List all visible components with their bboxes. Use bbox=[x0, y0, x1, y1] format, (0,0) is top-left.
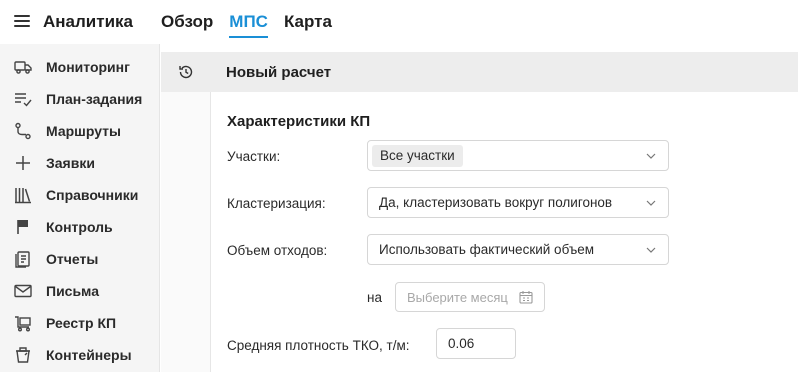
page-title: Новый расчет bbox=[226, 64, 332, 81]
tab-map[interactable]: Карта bbox=[284, 12, 332, 34]
form-panel: Характеристики КП Участки: Все участки К… bbox=[212, 92, 798, 372]
plus-icon bbox=[16, 156, 30, 170]
chevron-down-icon bbox=[646, 247, 656, 253]
sidebar-item-label: Справочники bbox=[46, 187, 139, 203]
sidebar-item-containers[interactable]: Контейнеры bbox=[0, 339, 160, 371]
sidebar-item-letters[interactable]: Письма bbox=[0, 275, 160, 307]
section-title: Характеристики КП bbox=[227, 113, 371, 130]
tab-mps[interactable]: МПС bbox=[229, 12, 268, 38]
sidebar-item-directories[interactable]: Справочники bbox=[0, 179, 160, 211]
content-header: Новый расчет bbox=[161, 52, 798, 92]
volume-value: Использовать фактический объем bbox=[379, 242, 595, 257]
sidebar-item-label: Мониторинг bbox=[46, 59, 130, 75]
sidebar-item-routes[interactable]: Маршруты bbox=[0, 115, 160, 147]
sidebar-item-label: Реестр КП bbox=[46, 315, 117, 331]
month-picker[interactable]: Выберите месяц bbox=[395, 282, 545, 312]
sidebar-item-reports[interactable]: Отчеты bbox=[0, 243, 160, 275]
flag-icon bbox=[17, 220, 28, 234]
clustering-select[interactable]: Да, кластеризовать вокруг полигонов bbox=[367, 187, 669, 218]
sidebar-item-label: Письма bbox=[46, 283, 100, 299]
density-label: Средняя плотность ТКО, т/м: bbox=[227, 338, 410, 353]
app-title: Аналитика bbox=[43, 12, 133, 31]
month-prefix-label: на bbox=[367, 290, 382, 305]
areas-chip: Все участки bbox=[372, 145, 463, 167]
areas-label: Участки: bbox=[227, 149, 281, 164]
tab-overview[interactable]: Обзор bbox=[161, 12, 213, 34]
chevron-down-icon bbox=[646, 200, 656, 206]
top-bar: Аналитика Обзор МПС Карта bbox=[0, 0, 798, 44]
sidebar-item-label: План-задания bbox=[46, 91, 143, 107]
sidebar-item-kp-registry[interactable]: Реестр КП bbox=[0, 307, 160, 339]
history-icon[interactable] bbox=[178, 64, 194, 80]
sidebar-item-label: Отчеты bbox=[46, 251, 99, 267]
density-input[interactable]: 0.06 bbox=[436, 328, 516, 359]
list-check-icon bbox=[15, 93, 32, 107]
sidebar-item-label: Контейнеры bbox=[46, 347, 132, 363]
density-value: 0.06 bbox=[448, 336, 475, 351]
sidebar-item-plan-tasks[interactable]: План-задания bbox=[0, 83, 160, 115]
sidebar-item-requests[interactable]: Заявки bbox=[0, 147, 160, 179]
sidebar-item-label: Маршруты bbox=[46, 123, 121, 139]
sidebar-item-label: Контроль bbox=[46, 219, 113, 235]
volume-select[interactable]: Использовать фактический объем bbox=[367, 234, 669, 265]
volume-label: Объем отходов: bbox=[227, 243, 328, 258]
month-placeholder: Выберите месяц bbox=[407, 290, 508, 305]
clustering-label: Кластеризация: bbox=[227, 196, 326, 211]
report-icon bbox=[15, 251, 30, 268]
truck-icon bbox=[14, 61, 32, 74]
container-icon bbox=[16, 347, 30, 363]
sidebar: Мониторинг План-задания Маршруты Заявки … bbox=[0, 44, 160, 372]
clustering-value: Да, кластеризовать вокруг полигонов bbox=[379, 195, 613, 210]
cart-icon bbox=[15, 316, 31, 332]
nav-tabs: Обзор МПС Карта bbox=[161, 12, 332, 38]
chevron-down-icon bbox=[646, 153, 656, 159]
sidebar-item-monitoring[interactable]: Мониторинг bbox=[0, 51, 160, 83]
calendar-icon bbox=[519, 291, 533, 304]
library-icon bbox=[15, 188, 31, 204]
mail-icon bbox=[14, 284, 32, 298]
menu-icon[interactable] bbox=[14, 15, 30, 27]
areas-select[interactable]: Все участки bbox=[367, 140, 669, 171]
route-icon bbox=[15, 122, 31, 140]
sidebar-item-control[interactable]: Контроль bbox=[0, 211, 160, 243]
sidebar-item-label: Заявки bbox=[46, 155, 95, 171]
left-gutter bbox=[161, 92, 211, 372]
